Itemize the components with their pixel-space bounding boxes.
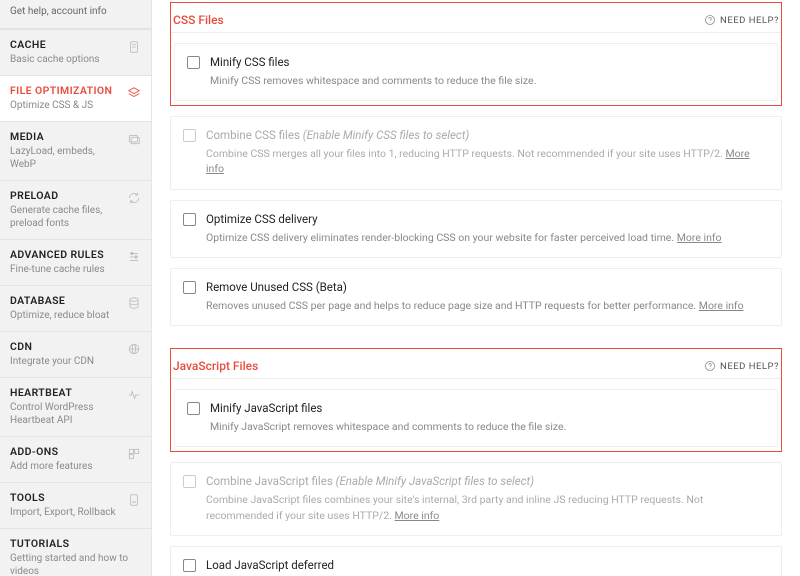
section-header-js: JavaScript Files NEED HELP? — [171, 351, 781, 379]
sidebar-item-label: ADVANCED RULES — [10, 248, 121, 261]
sidebar-item-label: CACHE — [10, 38, 121, 51]
sidebar-item-sub: Integrate your CDN — [10, 355, 121, 368]
sidebar-item-file-optimization[interactable]: FILE OPTIMIZATION Optimize CSS & JS — [0, 76, 151, 122]
sidebar-item-cache[interactable]: CACHE Basic cache options — [0, 29, 151, 76]
sidebar-item-label: ADD-ONS — [10, 445, 121, 458]
document-icon — [127, 40, 141, 54]
need-help-link[interactable]: NEED HELP? — [704, 360, 779, 372]
option-remove-unused-css: Remove Unused CSS (Beta) Removes unused … — [170, 268, 782, 326]
option-title: Combine JavaScript files (Enable Minify … — [206, 474, 769, 488]
section-title: CSS Files — [173, 13, 224, 27]
tools-icon — [127, 493, 141, 507]
refresh-icon — [127, 191, 141, 205]
sidebar-item-database[interactable]: DATABASE Optimize, reduce bloat — [0, 286, 151, 332]
option-optimize-css: Optimize CSS delivery Optimize CSS deliv… — [170, 200, 782, 258]
option-desc: Combine JavaScript files combines your s… — [206, 492, 769, 522]
option-title: Load JavaScript deferred — [206, 558, 769, 572]
option-title: Minify JavaScript files — [210, 401, 765, 415]
more-info-link[interactable]: More info — [395, 509, 440, 522]
sidebar-item-tools[interactable]: TOOLS Import, Export, Rollback — [0, 483, 151, 529]
sidebar-item-sub: Basic cache options — [10, 53, 121, 66]
sidebar-item-label: HEARTBEAT — [10, 386, 121, 399]
sidebar-item-sub: Control WordPress Heartbeat API — [10, 401, 121, 427]
main-content: CSS Files NEED HELP? Minify CSS files Mi… — [152, 0, 800, 576]
option-minify-css: Minify CSS files Minify CSS removes whit… — [174, 43, 778, 101]
sidebar-item-sub: Optimize CSS & JS — [10, 99, 121, 112]
option-title: Combine CSS files (Enable Minify CSS fil… — [206, 128, 769, 142]
database-icon — [127, 296, 141, 310]
sliders-icon — [127, 250, 141, 264]
option-title: Minify CSS files — [210, 55, 765, 69]
settings-sidebar: Get help, account info CACHE Basic cache… — [0, 0, 152, 576]
sidebar-item-heartbeat[interactable]: HEARTBEAT Control WordPress Heartbeat AP… — [0, 378, 151, 437]
sidebar-item-label: PRELOAD — [10, 189, 121, 202]
images-icon — [127, 132, 141, 146]
option-title: Remove Unused CSS (Beta) — [206, 280, 769, 294]
checkbox-minify-css[interactable] — [187, 56, 200, 69]
highlight-box-js: JavaScript Files NEED HELP? Minify JavaS… — [170, 348, 782, 452]
checkbox-remove-unused-css[interactable] — [183, 281, 196, 294]
sidebar-item-sub: Add more features — [10, 460, 121, 473]
sidebar-item-label: MEDIA — [10, 130, 121, 143]
help-icon — [704, 14, 716, 26]
globe-icon — [127, 342, 141, 356]
sidebar-item-help[interactable]: Get help, account info — [0, 0, 151, 29]
checkbox-optimize-css[interactable] — [183, 213, 196, 226]
section-title: JavaScript Files — [173, 359, 258, 373]
help-icon — [704, 360, 716, 372]
sidebar-item-sub: Get help, account info — [10, 5, 141, 18]
section-header-css: CSS Files NEED HELP? — [171, 5, 781, 33]
sidebar-item-addons[interactable]: ADD-ONS Add more features — [0, 437, 151, 483]
option-desc: Minify CSS removes whitespace and commen… — [210, 73, 765, 88]
sidebar-item-label: CDN — [10, 340, 121, 353]
more-info-link[interactable]: More info — [699, 299, 744, 312]
sidebar-item-sub: Generate cache files, preload fonts — [10, 204, 121, 230]
checkbox-minify-js[interactable] — [187, 402, 200, 415]
option-desc: Combine CSS merges all your files into 1… — [206, 146, 769, 176]
sidebar-item-sub: Import, Export, Rollback — [10, 506, 121, 519]
need-help-label: NEED HELP? — [720, 361, 779, 372]
option-minify-js: Minify JavaScript files Minify JavaScrip… — [174, 389, 778, 447]
puzzle-icon — [127, 447, 141, 461]
option-desc: Removes unused CSS per page and helps to… — [206, 298, 769, 313]
option-desc: Optimize CSS delivery eliminates render-… — [206, 230, 769, 245]
sidebar-item-sub: Getting started and how to videos — [10, 552, 141, 576]
sidebar-item-media[interactable]: MEDIA LazyLoad, embeds, WebP — [0, 122, 151, 181]
option-desc: Minify JavaScript removes whitespace and… — [210, 419, 765, 434]
option-combine-js: Combine JavaScript files (Enable Minify … — [170, 462, 782, 535]
checkbox-combine-css — [183, 129, 196, 142]
option-combine-css: Combine CSS files (Enable Minify CSS fil… — [170, 116, 782, 189]
sidebar-item-sub: Fine-tune cache rules — [10, 263, 121, 276]
sidebar-item-label: TOOLS — [10, 491, 121, 504]
sidebar-item-tutorials[interactable]: TUTORIALS Getting started and how to vid… — [0, 529, 151, 576]
sidebar-item-label: DATABASE — [10, 294, 121, 307]
option-defer-js: Load JavaScript deferred Load JavaScript… — [170, 546, 782, 576]
option-title: Optimize CSS delivery — [206, 212, 769, 226]
layers-icon — [127, 86, 141, 100]
sidebar-item-label: TUTORIALS — [10, 537, 141, 550]
sidebar-item-sub: Optimize, reduce bloat — [10, 309, 121, 322]
more-info-link[interactable]: More info — [677, 231, 722, 244]
checkbox-defer-js[interactable] — [183, 559, 196, 572]
highlight-box-css: CSS Files NEED HELP? Minify CSS files Mi… — [170, 2, 782, 106]
sidebar-item-label: FILE OPTIMIZATION — [10, 84, 121, 97]
sidebar-item-advanced-rules[interactable]: ADVANCED RULES Fine-tune cache rules — [0, 240, 151, 286]
sidebar-item-sub: LazyLoad, embeds, WebP — [10, 145, 121, 171]
checkbox-combine-js — [183, 475, 196, 488]
need-help-link[interactable]: NEED HELP? — [704, 14, 779, 26]
heartbeat-icon — [127, 388, 141, 402]
need-help-label: NEED HELP? — [720, 15, 779, 26]
sidebar-item-cdn[interactable]: CDN Integrate your CDN — [0, 332, 151, 378]
sidebar-item-preload[interactable]: PRELOAD Generate cache files, preload fo… — [0, 181, 151, 240]
